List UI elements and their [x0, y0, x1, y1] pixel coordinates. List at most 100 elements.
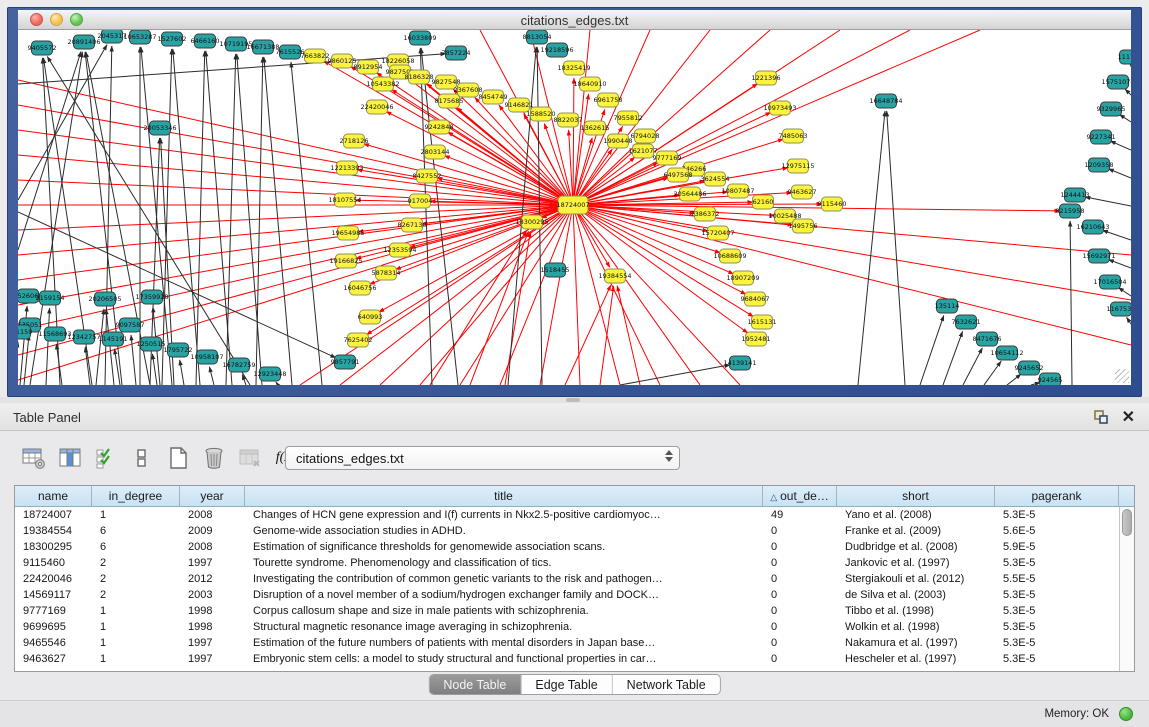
graph-edge[interactable] — [573, 205, 620, 385]
graph-node[interactable]: 9227341 — [1087, 130, 1116, 144]
graph-edge[interactable] — [573, 78, 574, 205]
graph-edge[interactable] — [106, 309, 114, 385]
graph-edge[interactable] — [226, 54, 236, 385]
table-row[interactable]: 969969511998Structural magnetic resonanc… — [15, 619, 1134, 635]
graph-node[interactable]: 1250515 — [137, 337, 166, 351]
table-row[interactable]: 946362711997Embryonic stem cells: a mode… — [15, 651, 1134, 667]
graph-node[interactable]: 10958107 — [190, 350, 223, 364]
graph-node[interactable]: 1588520 — [527, 107, 556, 121]
graph-edge[interactable] — [196, 51, 205, 385]
graph-node[interactable]: 2159154 — [36, 291, 65, 305]
graph-node[interactable]: 8813054 — [523, 30, 552, 44]
graph-node[interactable]: 12975115 — [781, 159, 814, 173]
graph-node[interactable]: 16033809 — [403, 31, 436, 45]
select-columns-button[interactable] — [92, 445, 119, 472]
graph-node[interactable]: 20891406 — [67, 35, 100, 49]
table-row[interactable]: 946554611997Estimation of the future num… — [15, 635, 1134, 651]
graph-node[interactable]: 8186328 — [405, 70, 434, 84]
table-settings-button[interactable] — [20, 445, 47, 472]
graph-edge[interactable] — [162, 49, 172, 385]
graph-node[interactable]: 8471676 — [973, 332, 1002, 346]
graph-edge[interactable] — [600, 286, 614, 385]
graph-edge[interactable] — [276, 382, 278, 385]
trash-button[interactable] — [200, 445, 227, 472]
graph-node[interactable]: 9329965 — [1097, 102, 1126, 116]
graph-node[interactable]: 16648784 — [869, 94, 902, 108]
graph-node[interactable]: 9857791 — [331, 355, 360, 369]
float-panel-icon[interactable] — [1093, 409, 1109, 425]
graph-node[interactable]: 111731 — [1118, 50, 1131, 64]
graph-node[interactable]: 924565 — [1038, 373, 1063, 385]
graph-node[interactable]: 7632621 — [952, 315, 981, 329]
graph-node[interactable]: 2803144 — [421, 145, 450, 159]
graph-node[interactable]: 1527602 — [158, 32, 187, 46]
new-table-button[interactable] — [164, 445, 191, 472]
graph-edge[interactable] — [209, 367, 214, 385]
graph-edge[interactable] — [943, 331, 963, 385]
graph-edge[interactable] — [256, 57, 263, 385]
graph-node[interactable]: 1952481 — [742, 332, 771, 346]
graph-node[interactable]: 8427552 — [413, 169, 442, 183]
graph-node[interactable]: 18724007 — [556, 196, 589, 214]
graph-node[interactable]: 7857224 — [442, 46, 471, 60]
graph-node[interactable]: 20206505 — [88, 292, 121, 306]
graph-node[interactable]: 1495756 — [789, 219, 818, 233]
graph-node[interactable]: 917004 — [408, 194, 433, 208]
graph-edge[interactable] — [1127, 317, 1131, 324]
close-panel-icon[interactable]: ✕ — [1122, 407, 1135, 427]
graph-node[interactable]: 6466160 — [191, 34, 220, 48]
graph-edge[interactable] — [1070, 221, 1072, 385]
graph-node[interactable]: 19218596 — [540, 43, 573, 57]
graph-node[interactable]: 2718126 — [340, 134, 369, 148]
graph-edge[interactable] — [1119, 114, 1131, 122]
graph-node[interactable]: 16210643 — [1076, 220, 1109, 234]
graph-node[interactable]: 8215958 — [1056, 204, 1085, 218]
graph-edge[interactable] — [173, 49, 200, 385]
graph-node[interactable]: 12923448 — [253, 367, 286, 381]
table-row[interactable]: 1456911722003Disruption of a novel membe… — [15, 587, 1134, 603]
graph-edge[interactable] — [858, 111, 885, 385]
table-row[interactable]: 1872400712008Changes of HCN gene express… — [15, 507, 1134, 523]
graph-node[interactable]: 7955812 — [614, 111, 643, 125]
tab-network-table[interactable]: Network Table — [613, 675, 720, 694]
graph-edge[interactable] — [470, 231, 528, 385]
table-select-dropdown[interactable]: citations_edges.txt — [285, 446, 680, 470]
scrollbar-thumb[interactable] — [1122, 509, 1132, 536]
graph-edge[interactable] — [1102, 230, 1131, 240]
graph-edge[interactable] — [887, 111, 905, 385]
graph-edge[interactable] — [115, 349, 120, 385]
graph-edge[interactable] — [573, 205, 1131, 255]
graph-node[interactable]: 9777169 — [653, 151, 682, 165]
graph-node[interactable]: 16782759 — [222, 358, 255, 372]
column-header-pagerank[interactable]: pagerank — [995, 486, 1119, 506]
graph-node[interactable]: 1221396 — [752, 71, 781, 85]
graph-node[interactable]: 1244413 — [1061, 188, 1090, 202]
graph-node[interactable]: 640993 — [358, 310, 383, 324]
graph-node[interactable]: 1167531 — [1107, 302, 1131, 316]
graph-node[interactable]: 15751074 — [1101, 75, 1131, 89]
graph-node[interactable]: 1795722 — [164, 343, 193, 357]
graph-edge[interactable] — [1118, 288, 1131, 296]
graph-node[interactable]: 9405572 — [28, 41, 57, 55]
graph-edge[interactable] — [18, 105, 573, 205]
column-visibility-button[interactable] — [56, 445, 83, 472]
graph-node[interactable]: 62160 — [753, 195, 774, 209]
graph-node[interactable]: 19166825 — [329, 254, 362, 268]
graph-node[interactable]: 6497568 — [664, 168, 693, 182]
table-row[interactable]: 977716911998Corpus callosum shape and si… — [15, 603, 1134, 619]
graph-edge[interactable] — [180, 360, 184, 385]
graph-node[interactable]: 9684067 — [741, 292, 770, 306]
graph-node[interactable]: 391159 — [18, 325, 32, 339]
graph-node[interactable]: 8454749 — [479, 90, 508, 104]
graph-node[interactable]: 18640910 — [573, 77, 606, 91]
graph-node[interactable]: 19654985 — [331, 226, 364, 240]
graph-edge[interactable] — [500, 205, 573, 385]
table-row[interactable]: 2242004622012Investigating the contribut… — [15, 571, 1134, 587]
graph-edge[interactable] — [131, 335, 136, 385]
graph-edge[interactable] — [617, 286, 640, 385]
graph-edge[interactable] — [291, 62, 322, 385]
splitter-handle[interactable] — [566, 398, 580, 402]
graph-node[interactable]: 10654112 — [990, 346, 1023, 360]
graph-edge[interactable] — [1108, 169, 1131, 178]
table-row[interactable]: 911546021997Tourette syndrome. Phenomeno… — [15, 555, 1134, 571]
